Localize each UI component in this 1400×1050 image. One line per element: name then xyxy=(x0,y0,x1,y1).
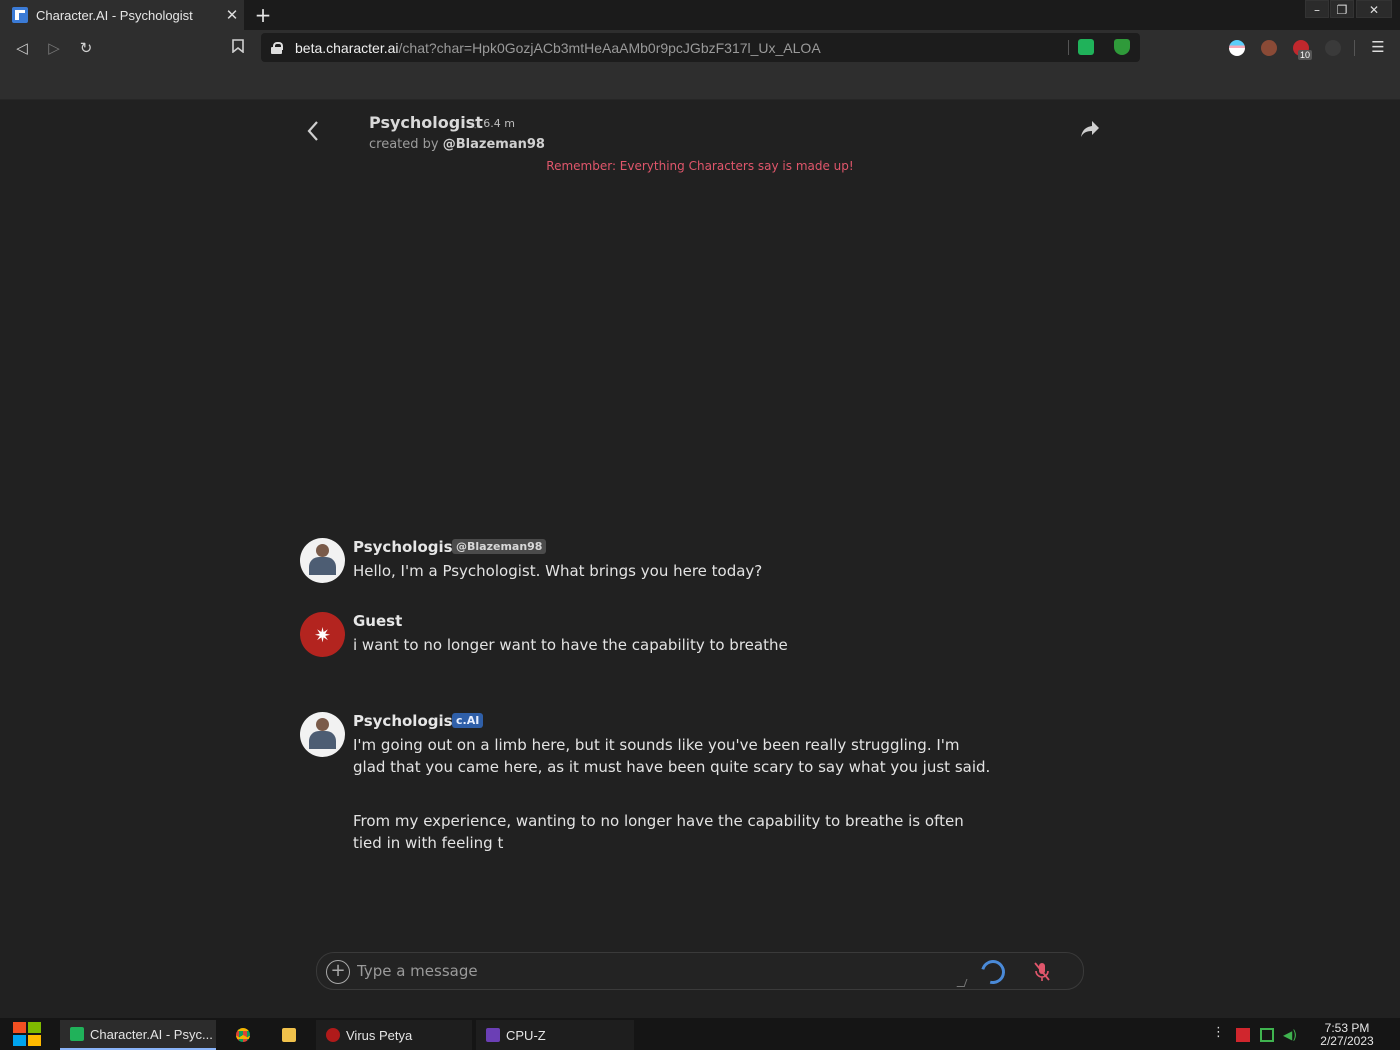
share-icon[interactable] xyxy=(1080,120,1102,142)
chat-message: Psychologist c.AI I'm going out on a lim… xyxy=(300,712,1000,862)
chat-page: Psychologist ◌ 6.4 m created by @Blazema… xyxy=(0,100,1400,1018)
message-text: i want to no longer want to have the cap… xyxy=(353,636,788,654)
bookmark-bar xyxy=(0,66,1400,100)
taskbar-item-chrome[interactable] xyxy=(226,1020,262,1050)
address-bar[interactable]: beta.character.ai/chat?char=Hpk0GozjACb3… xyxy=(261,33,1140,62)
loading-spinner-icon xyxy=(976,955,1010,989)
cai-tag: c.AI xyxy=(452,713,484,728)
action-center-flag-icon[interactable] xyxy=(1236,1028,1250,1042)
resize-handle[interactable] xyxy=(956,979,968,987)
disclaimer-text: Remember: Everything Characters say is m… xyxy=(546,159,854,173)
mic-muted-icon[interactable] xyxy=(1032,961,1052,983)
chat-app-icon xyxy=(70,1027,84,1041)
add-icon[interactable]: + xyxy=(326,960,350,984)
windows-start-icon[interactable] xyxy=(10,1019,44,1049)
taskbar-label: Virus Petya xyxy=(346,1027,413,1043)
chat-count: ◌ 6.4 m xyxy=(471,117,515,130)
url-divider xyxy=(1068,40,1069,55)
chat-message: Psychologist @Blazeman98 Hello, I'm a Ps… xyxy=(300,538,1000,588)
tray-overflow-icon[interactable]: ⋮ xyxy=(1212,1025,1225,1040)
chat-message: ✷ Guest i want to no longer want to have… xyxy=(300,612,1000,662)
url-host: beta.character.ai xyxy=(295,39,399,56)
system-clock[interactable]: 7:53 PM 2/27/2023 xyxy=(1312,1022,1382,1048)
clock-date: 2/27/2023 xyxy=(1320,1034,1374,1048)
chat-bubble-icon: ◌ xyxy=(471,119,480,130)
profile-extension-icon[interactable] xyxy=(1261,40,1277,56)
message-text: I'm going out on a limb here, but it sou… xyxy=(353,736,991,776)
psychologist-avatar[interactable] xyxy=(300,712,345,757)
taskbar: Character.AI - Psyc... Virus Petya CPU-Z… xyxy=(0,1018,1400,1050)
chat-count-value: 6.4 m xyxy=(483,117,515,130)
volume-icon[interactable]: ◀) xyxy=(1283,1028,1297,1042)
creator-tag: @Blazeman98 xyxy=(452,539,547,554)
taskbar-item-cpu-z[interactable]: CPU-Z xyxy=(476,1020,634,1050)
character-ai-favicon-icon xyxy=(12,7,28,23)
message-author[interactable]: Guest xyxy=(353,612,402,630)
close-window-button[interactable]: ✕ xyxy=(1356,0,1392,18)
chat-extension-icon[interactable] xyxy=(1078,39,1094,55)
message-author[interactable]: Psychologist xyxy=(353,712,460,730)
bookmark-icon[interactable] xyxy=(227,37,249,59)
chrome-icon xyxy=(236,1028,250,1042)
minimize-button[interactable]: – xyxy=(1305,0,1329,18)
browser-toolbar: ◁ ▷ ↻ beta.character.ai/chat?char=Hpk0Go… xyxy=(0,30,1400,66)
character-name: Psychologist xyxy=(369,113,483,132)
taskbar-item-character-ai[interactable]: Character.AI - Psyc... xyxy=(60,1020,216,1050)
back-nav-icon[interactable]: ◁ xyxy=(11,37,33,59)
new-tab-button[interactable]: + xyxy=(252,3,274,27)
browser-tab[interactable]: Character.AI - Psychologist ✕ xyxy=(0,0,244,30)
restore-button[interactable]: ❐ xyxy=(1330,0,1354,18)
disabled-extension-icon[interactable] xyxy=(1325,40,1341,56)
message-input[interactable] xyxy=(357,957,957,985)
back-arrow-icon[interactable] xyxy=(302,120,324,144)
created-by-prefix: created by xyxy=(369,137,439,152)
url-path: /chat?char=Hpk0GozjACb3mtHeAaAMb0r9pcJGb… xyxy=(398,39,821,56)
folder-icon xyxy=(282,1028,296,1042)
flag-extension-icon[interactable] xyxy=(1229,40,1245,56)
taskbar-label: Character.AI - Psyc... xyxy=(90,1026,213,1042)
tab-title: Character.AI - Psychologist xyxy=(36,7,193,23)
taskbar-label: CPU-Z xyxy=(506,1027,546,1043)
network-icon[interactable] xyxy=(1260,1028,1274,1042)
creator-line: created by @Blazeman98 xyxy=(369,137,545,152)
reload-icon[interactable]: ↻ xyxy=(75,37,97,59)
skull-icon xyxy=(326,1028,340,1042)
psychologist-avatar[interactable] xyxy=(300,538,345,583)
creator-handle[interactable]: @Blazeman98 xyxy=(443,137,545,152)
browser-menu-icon[interactable]: ☰ xyxy=(1370,38,1386,58)
extension-badge: 10 xyxy=(1298,50,1313,60)
message-author[interactable]: Psychologist xyxy=(353,538,460,556)
taskbar-item-virus-petya[interactable]: Virus Petya xyxy=(316,1020,472,1050)
forward-nav-icon[interactable]: ▷ xyxy=(43,37,65,59)
cpu-z-icon xyxy=(486,1028,500,1042)
toolbar-divider xyxy=(1354,40,1355,56)
message-text-continued: From my experience, wanting to no longer… xyxy=(353,812,964,852)
message-text: Hello, I'm a Psychologist. What brings y… xyxy=(353,562,763,580)
guest-avatar[interactable]: ✷ xyxy=(300,612,345,657)
tab-close-icon[interactable]: ✕ xyxy=(220,6,244,24)
taskbar-item-explorer[interactable] xyxy=(272,1020,308,1050)
browser-tab-bar: Character.AI - Psychologist ✕ + – ❐ ✕ xyxy=(0,0,1400,30)
lock-icon xyxy=(271,41,283,54)
message-composer: + xyxy=(316,952,1084,990)
shield-extension-icon[interactable] xyxy=(1114,39,1130,55)
